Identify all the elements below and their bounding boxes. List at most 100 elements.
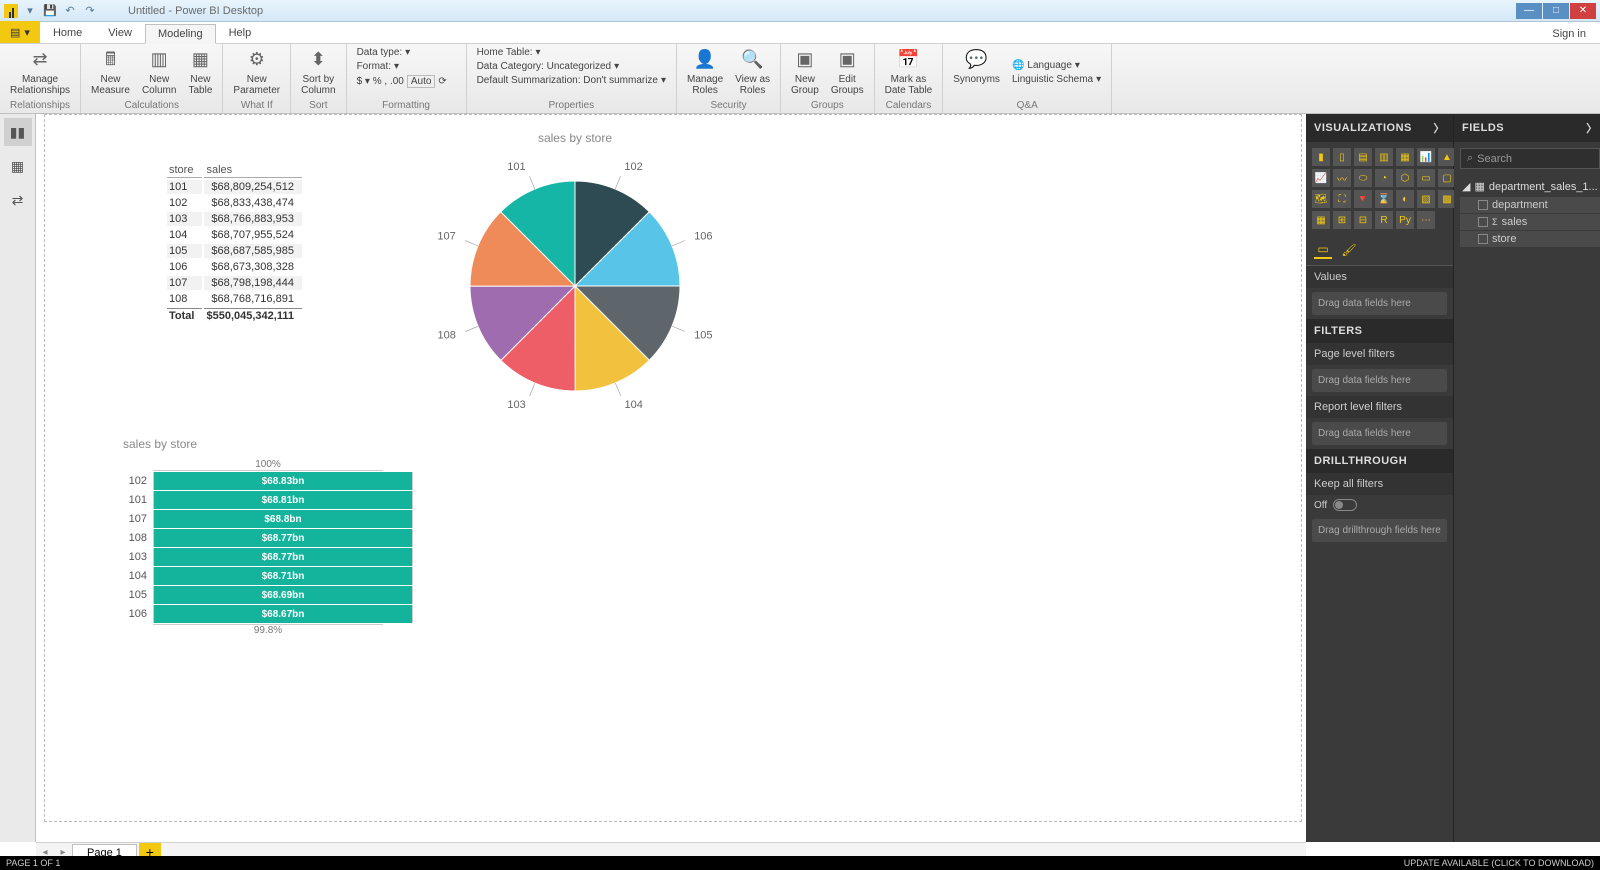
table-visual[interactable]: store sales 101$68,809,254,512 102$68,833… [165,161,304,325]
funnel-row[interactable]: 101$68.81bn [123,491,413,509]
report-canvas[interactable]: store sales 101$68,809,254,512 102$68,833… [44,114,1302,822]
keep-filters-toggle[interactable] [1333,499,1357,511]
viz-type-icon[interactable]: 🗺 [1312,190,1330,208]
edit-groups-button[interactable]: ▣Edit Groups [827,46,868,99]
funnel-row[interactable]: 108$68.77bn [123,529,413,547]
funnel-row[interactable]: 105$68.69bn [123,586,413,604]
table-row[interactable]: 103$68,766,883,953 [167,212,302,226]
funnel-row[interactable]: 107$68.8bn [123,510,413,528]
viz-type-icon[interactable]: ⛶ [1333,190,1351,208]
data-view-icon[interactable]: ▦ [4,152,32,180]
report-view-icon[interactable]: ▮▮ [4,118,32,146]
funnel-visual[interactable]: sales by store 100% 102$68.83bn101$68.81… [123,437,413,636]
fields-header[interactable]: FIELDS〉 [1454,114,1600,142]
field-department[interactable]: department [1460,197,1600,213]
viz-type-icon[interactable]: R [1375,211,1393,229]
sort-by-column-button[interactable]: ⬍Sort by Column [297,46,339,99]
new-parameter-button[interactable]: ⚙New Parameter [229,46,284,99]
fields-tab-icon[interactable]: ▭ [1314,241,1332,259]
viz-type-icon[interactable]: ⊞ [1333,211,1351,229]
home-table-dropdown[interactable]: Home Table: ▾ [473,46,670,59]
new-column-button[interactable]: ▥New Column [138,46,180,99]
number-format-controls[interactable]: $ ▾ % , .00Auto ⟳ [353,74,460,89]
table-row[interactable]: 107$68,798,198,444 [167,276,302,290]
values-dropzone[interactable]: Drag data fields here [1312,292,1447,315]
manage-roles-button[interactable]: 👤Manage Roles [683,46,727,99]
checkbox[interactable] [1478,234,1488,244]
manage-relationships-button[interactable]: ⇄Manage Relationships [6,46,74,99]
page-filters-dropzone[interactable]: Drag data fields here [1312,369,1447,392]
collapse-icon[interactable]: 〉 [1586,120,1598,136]
viz-type-icon[interactable]: 📈 [1312,169,1330,187]
table-row[interactable]: 106$68,673,308,328 [167,260,302,274]
table-row[interactable]: 105$68,687,585,985 [167,244,302,258]
tab-modeling[interactable]: Modeling [145,24,216,44]
viz-type-icon[interactable]: ⊟ [1354,211,1372,229]
save-icon[interactable]: 💾 [42,3,58,19]
new-group-button[interactable]: ▣New Group [787,46,823,99]
mark-date-table-button[interactable]: 📅Mark as Date Table [881,46,937,99]
undo-icon[interactable]: ↶ [62,3,78,19]
viz-type-icon[interactable]: ▯ [1333,148,1351,166]
synonyms-button[interactable]: 💬Synonyms [949,46,1004,99]
data-type-dropdown[interactable]: Data type: ▾ [353,46,460,59]
viz-type-icon[interactable]: ◔ [1375,169,1393,187]
format-dropdown[interactable]: Format: ▾ [353,60,460,73]
drillthrough-dropzone[interactable]: Drag drillthrough fields here [1312,519,1447,542]
viz-type-icon[interactable]: ▤ [1354,148,1372,166]
format-tab-icon[interactable]: 🖌 [1340,241,1358,259]
checkbox[interactable] [1478,200,1488,210]
qat-dropdown-icon[interactable]: ▾ [22,3,38,19]
viz-type-icon[interactable]: ▦ [1396,148,1414,166]
viz-type-icon[interactable]: 〰 [1333,169,1351,187]
viz-type-icon[interactable]: 🔻 [1354,190,1372,208]
viz-type-icon[interactable]: ⬭ [1354,169,1372,187]
viz-type-icon[interactable]: 📊 [1417,148,1435,166]
funnel-row[interactable]: 103$68.77bn [123,548,413,566]
minimize-button[interactable]: — [1516,3,1542,19]
data-category-dropdown[interactable]: Data Category: Uncategorized ▾ [473,60,670,73]
col-store[interactable]: store [167,163,202,178]
funnel-row[interactable]: 104$68.71bn [123,567,413,585]
field-sales[interactable]: Σsales [1460,214,1600,230]
viz-type-icon[interactable]: ▧ [1417,190,1435,208]
viz-type-icon[interactable]: ⌛ [1375,190,1393,208]
field-store[interactable]: store [1460,231,1600,247]
checkbox[interactable] [1478,217,1488,227]
viz-type-icon[interactable]: ▮ [1312,148,1330,166]
table-row[interactable]: 108$68,768,716,891 [167,292,302,306]
tab-view[interactable]: View [95,23,145,43]
viz-type-icon[interactable]: ▭ [1417,169,1435,187]
view-as-roles-button[interactable]: 🔍View as Roles [731,46,774,99]
col-sales[interactable]: sales [204,163,301,178]
viz-type-icon[interactable]: Py [1396,211,1414,229]
maximize-button[interactable]: □ [1543,3,1569,19]
viz-type-icon[interactable]: ⋯ [1417,211,1435,229]
close-button[interactable]: ✕ [1570,3,1596,19]
update-available-link[interactable]: UPDATE AVAILABLE (CLICK TO DOWNLOAD) [1404,858,1594,868]
pie-visual[interactable]: sales by store 102106105104103108107101 [395,131,755,411]
table-row[interactable]: 101$68,809,254,512 [167,180,302,194]
redo-icon[interactable]: ↷ [82,3,98,19]
new-measure-button[interactable]: 🖩New Measure [87,46,134,99]
viz-type-icon[interactable]: ▥ [1375,148,1393,166]
viz-type-icon[interactable]: ◐ [1396,190,1414,208]
table-node[interactable]: ◢▦department_sales_1... [1460,177,1600,196]
file-tab[interactable]: ▤▾ [0,21,40,43]
model-view-icon[interactable]: ⇄ [4,186,32,214]
language-dropdown[interactable]: 🌐 Language ▾ [1008,59,1105,72]
table-row[interactable]: 104$68,707,955,524 [167,228,302,242]
table-row[interactable]: 102$68,833,438,474 [167,196,302,210]
new-table-button[interactable]: ▦New Table [184,46,216,99]
tab-home[interactable]: Home [40,23,95,43]
sign-in-link[interactable]: Sign in [1538,25,1600,43]
report-filters-dropzone[interactable]: Drag data fields here [1312,422,1447,445]
viz-type-icon[interactable]: ▦ [1312,211,1330,229]
funnel-row[interactable]: 106$68.67bn [123,605,413,623]
visualizations-header[interactable]: VISUALIZATIONS〉 [1306,114,1453,142]
default-summarization-dropdown[interactable]: Default Summarization: Don't summarize ▾ [473,74,670,87]
viz-type-icon[interactable]: ⬡ [1396,169,1414,187]
fields-search-input[interactable]: ⌕Search [1460,148,1600,169]
tab-help[interactable]: Help [216,23,265,43]
collapse-icon[interactable]: 〉 [1434,120,1446,136]
